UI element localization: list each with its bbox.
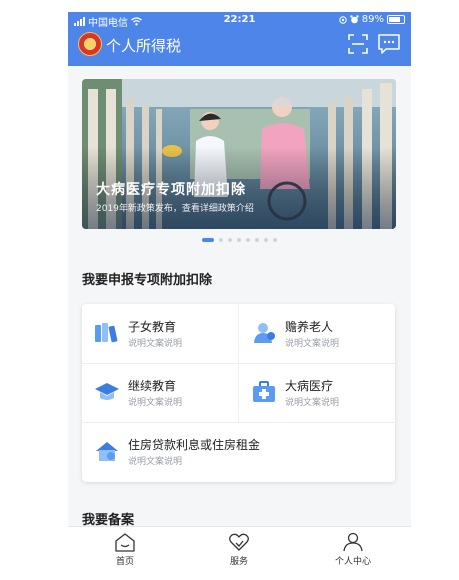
- battery-icon: [387, 15, 405, 24]
- banner-title: 大病医疗专项附加扣除: [96, 182, 246, 198]
- header: 中国电信 22:21 89% 个人所得税: [68, 12, 411, 66]
- tab-service[interactable]: 服务: [182, 527, 296, 568]
- status-bar: 中国电信 22:21 89%: [68, 12, 411, 29]
- location-icon: [339, 15, 347, 24]
- alarm-icon: [350, 15, 359, 24]
- carousel-dot[interactable]: [255, 238, 259, 242]
- deduction-item-serious-illness[interactable]: 大病医疗 说明文案说明: [239, 363, 395, 421]
- section-title-declare: 我要申报专项附加扣除: [82, 273, 213, 288]
- person-icon: [343, 532, 363, 552]
- carousel-indicator: [68, 238, 411, 242]
- carousel-dot[interactable]: [237, 238, 241, 242]
- medical-kit-icon: [253, 381, 275, 402]
- app-title: 个人所得税: [106, 37, 182, 55]
- house-icon: [96, 442, 118, 461]
- national-emblem-logo: [78, 32, 102, 56]
- message-icon[interactable]: [377, 33, 401, 55]
- carousel-dot[interactable]: [273, 238, 277, 242]
- carousel-dot[interactable]: [228, 238, 232, 242]
- carousel-dot[interactable]: [246, 238, 250, 242]
- bottom-tab-bar: 首页 服务 个人中心: [68, 526, 411, 568]
- tab-profile[interactable]: 个人中心: [296, 527, 410, 568]
- deduction-item-elder-support[interactable]: 赡养老人 说明文案说明: [239, 304, 395, 362]
- heart-hands-icon: [229, 533, 249, 551]
- carousel-dot-active[interactable]: [202, 238, 214, 242]
- elder-icon: [254, 323, 275, 343]
- title-bar: 个人所得税: [68, 30, 411, 62]
- home-icon: [115, 533, 135, 552]
- battery-percent: 89%: [361, 14, 384, 25]
- deduction-item-housing[interactable]: 住房贷款利息或住房租金 说明文案说明: [82, 422, 395, 480]
- carousel-dot[interactable]: [219, 238, 223, 242]
- books-icon: [95, 323, 118, 343]
- promo-banner[interactable]: 大病医疗专项附加扣除 2019年新政策发布，查看详细政策介绍: [82, 79, 396, 229]
- tab-home[interactable]: 首页: [68, 527, 182, 568]
- carousel-dot[interactable]: [264, 238, 268, 242]
- deduction-item-continuing-education[interactable]: 继续教育 说明文案说明: [82, 363, 238, 421]
- graduation-cap-icon: [95, 383, 119, 400]
- phone-screen: 中国电信 22:21 89% 个人所得税 大病医疗专项附加扣除 2019年新政策…: [68, 12, 411, 568]
- deduction-card: 子女教育 说明文案说明 赡养老人 说明文案说明 继续教育 说明文案说明 大病医疗…: [82, 304, 395, 482]
- scan-icon[interactable]: [347, 33, 369, 55]
- banner-subtitle: 2019年新政策发布，查看详细政策介绍: [96, 204, 254, 214]
- deduction-item-children-education[interactable]: 子女教育 说明文案说明: [82, 304, 238, 362]
